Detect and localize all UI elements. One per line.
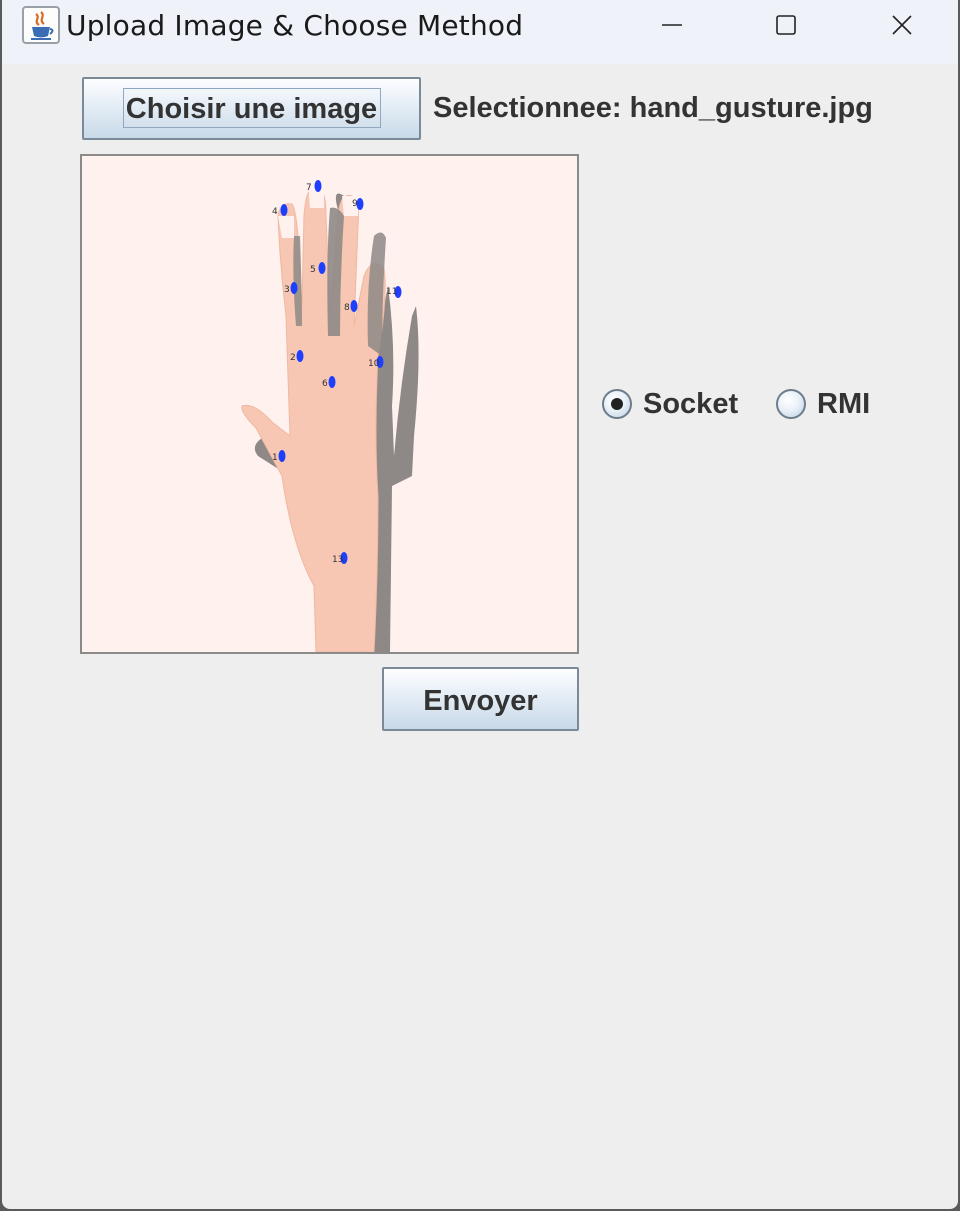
svg-text:10: 10 xyxy=(368,359,380,369)
svg-text:4: 4 xyxy=(272,207,278,217)
main-window: Upload Image & Choose Method Choisir une… xyxy=(2,0,958,1209)
window-title: Upload Image & Choose Method xyxy=(66,9,524,42)
svg-text:2: 2 xyxy=(290,353,296,363)
minimize-icon[interactable] xyxy=(642,2,702,48)
maximize-icon[interactable] xyxy=(756,2,816,48)
choose-image-button[interactable]: Choisir une image xyxy=(82,77,421,140)
selected-file-label: Selectionnee: hand_gusture.jpg xyxy=(433,92,873,124)
svg-text:5: 5 xyxy=(310,265,316,275)
radio-selected-dot xyxy=(611,398,623,410)
rmi-label[interactable]: RMI xyxy=(817,388,870,421)
svg-text:6: 6 xyxy=(322,379,328,389)
java-coffee-cup-icon[interactable] xyxy=(22,6,60,44)
svg-text:13: 13 xyxy=(332,555,343,565)
socket-radio[interactable] xyxy=(602,389,632,419)
svg-text:1: 1 xyxy=(272,453,278,463)
title-bar[interactable]: Upload Image & Choose Method xyxy=(2,0,958,64)
rmi-radio[interactable] xyxy=(776,389,806,419)
close-icon[interactable] xyxy=(872,2,932,48)
choose-image-label: Choisir une image xyxy=(125,93,378,125)
socket-label[interactable]: Socket xyxy=(643,388,738,421)
svg-text:8: 8 xyxy=(344,303,350,313)
hand-gesture-landmarks-image: 7 4 9 5 3 11 8 2 10 6 1 13 xyxy=(241,180,419,652)
svg-text:3: 3 xyxy=(284,285,290,295)
send-button[interactable]: Envoyer xyxy=(382,667,579,731)
svg-text:11: 11 xyxy=(386,287,397,297)
svg-text:7: 7 xyxy=(306,183,312,193)
image-preview: 7 4 9 5 3 11 8 2 10 6 1 13 xyxy=(80,154,579,654)
send-label: Envoyer xyxy=(423,685,538,717)
svg-text:9: 9 xyxy=(352,199,358,209)
